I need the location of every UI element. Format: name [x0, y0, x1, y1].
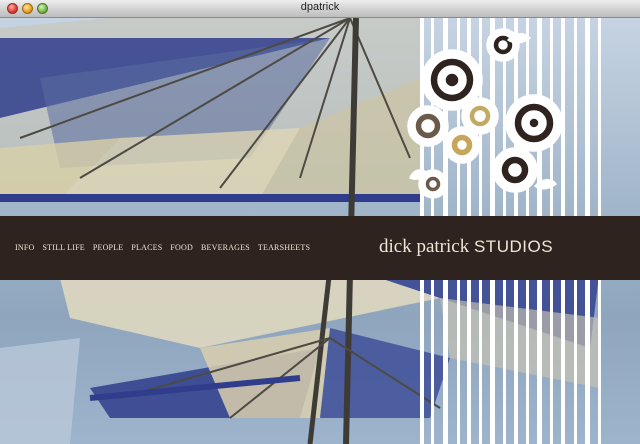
- nav-item-still-life[interactable]: STILL LIFE: [42, 243, 84, 252]
- umbrella-photo-background: INFO STILL LIFE PEOPLE PLACES FOOD BEVER…: [0, 18, 640, 444]
- nav-item-tearsheets[interactable]: TEARSHEETS: [258, 243, 310, 252]
- nav-item-places[interactable]: PLACES: [131, 243, 162, 252]
- window-titlebar: dpatrick: [0, 0, 640, 18]
- nav-item-beverages[interactable]: BEVERAGES: [201, 243, 250, 252]
- nav-band: INFO STILL LIFE PEOPLE PLACES FOOD BEVER…: [0, 216, 640, 280]
- brand-studios: STUDIOS: [473, 237, 554, 256]
- window-title: dpatrick: [300, 1, 340, 13]
- nav-item-people[interactable]: PEOPLE: [93, 243, 124, 252]
- nav-item-food[interactable]: FOOD: [170, 243, 193, 252]
- brand-logo[interactable]: dick patrick STUDIOS: [379, 236, 553, 258]
- brand-name: dick patrick: [379, 236, 470, 257]
- nav-item-info[interactable]: INFO: [15, 243, 34, 252]
- main-nav: INFO STILL LIFE PEOPLE PLACES FOOD BEVER…: [15, 243, 310, 252]
